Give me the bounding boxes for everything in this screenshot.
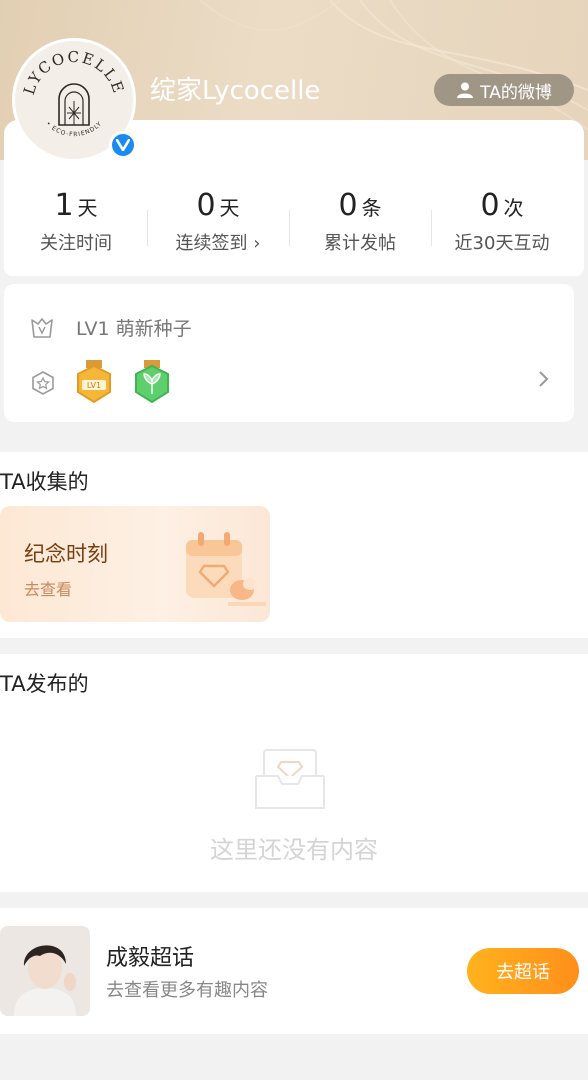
level-card[interactable]: LV1 萌新种子 LV1 — [4, 284, 574, 422]
badge-row: LV1 — [30, 360, 172, 406]
stat-unit: 天 — [77, 196, 98, 220]
stat-unit: 条 — [361, 196, 382, 220]
stat-checkin[interactable]: 0天 连续签到 › — [148, 188, 288, 255]
profile-name: 绽家Lycocelle — [150, 76, 321, 106]
verified-badge-icon — [109, 131, 137, 159]
stat-unit: 次 — [503, 196, 524, 220]
svg-text:LYCOCELLE: LYCOCELLE — [20, 48, 128, 97]
stat-value: 0 — [480, 188, 500, 223]
chevron-right-icon — [539, 371, 549, 387]
person-photo-icon — [0, 926, 90, 1016]
stat-label: 累计发帖 — [324, 233, 396, 254]
stat-follow-time: 1天 关注时间 — [6, 188, 146, 255]
lv1-badge-icon: LV1 — [77, 360, 111, 404]
supertopic-subtitle: 去查看更多有趣内容 — [106, 980, 268, 1001]
memorial-card-link: 去查看 — [24, 580, 73, 599]
seedling-badge-icon — [135, 360, 169, 404]
go-supertopic-button[interactable]: 去超话 — [467, 948, 579, 994]
medal-icon — [32, 371, 54, 395]
ta-weibo-button[interactable]: TA的微博 — [434, 74, 574, 106]
avatar[interactable]: LYCOCELLE • ECO-FRIENDLY — [12, 38, 137, 162]
user-icon — [457, 82, 474, 98]
memorial-card-title: 纪念时刻 — [24, 542, 108, 566]
stat-unit: 天 — [219, 196, 240, 220]
lv1-badge-label: LV1 — [87, 381, 101, 390]
collected-title: TA收集的 — [0, 470, 89, 494]
supertopic-section[interactable]: 成毅超话 去查看更多有趣内容 去超话 — [0, 908, 588, 1034]
calendar-gift-icon — [186, 532, 266, 606]
memorial-card[interactable]: 纪念时刻 去查看 — [0, 506, 270, 622]
empty-state-text: 这里还没有内容 — [210, 836, 378, 864]
ta-weibo-label: TA的微博 — [480, 82, 552, 103]
stat-value: 0 — [338, 188, 358, 223]
stat-posts: 0条 累计发帖 — [290, 188, 430, 255]
level-text: LV1 萌新种子 — [76, 318, 192, 340]
stat-value: 0 — [196, 188, 216, 223]
stat-label: 近30天互动 — [454, 233, 550, 254]
supertopic-title: 成毅超话 — [106, 946, 195, 971]
empty-box-icon — [255, 749, 325, 809]
stat-label: 关注时间 — [40, 233, 112, 254]
published-title: TA发布的 — [0, 672, 89, 696]
stat-label: 连续签到 › — [175, 233, 261, 254]
level-crown-icon — [31, 317, 53, 338]
stat-value: 1 — [54, 188, 74, 223]
supertopic-avatar — [0, 926, 90, 1016]
logo-text-top: LYCOCELLE — [20, 48, 126, 97]
level-row: LV1 萌新种子 — [30, 314, 192, 341]
stat-interactions: 0次 近30天互动 — [432, 188, 572, 255]
